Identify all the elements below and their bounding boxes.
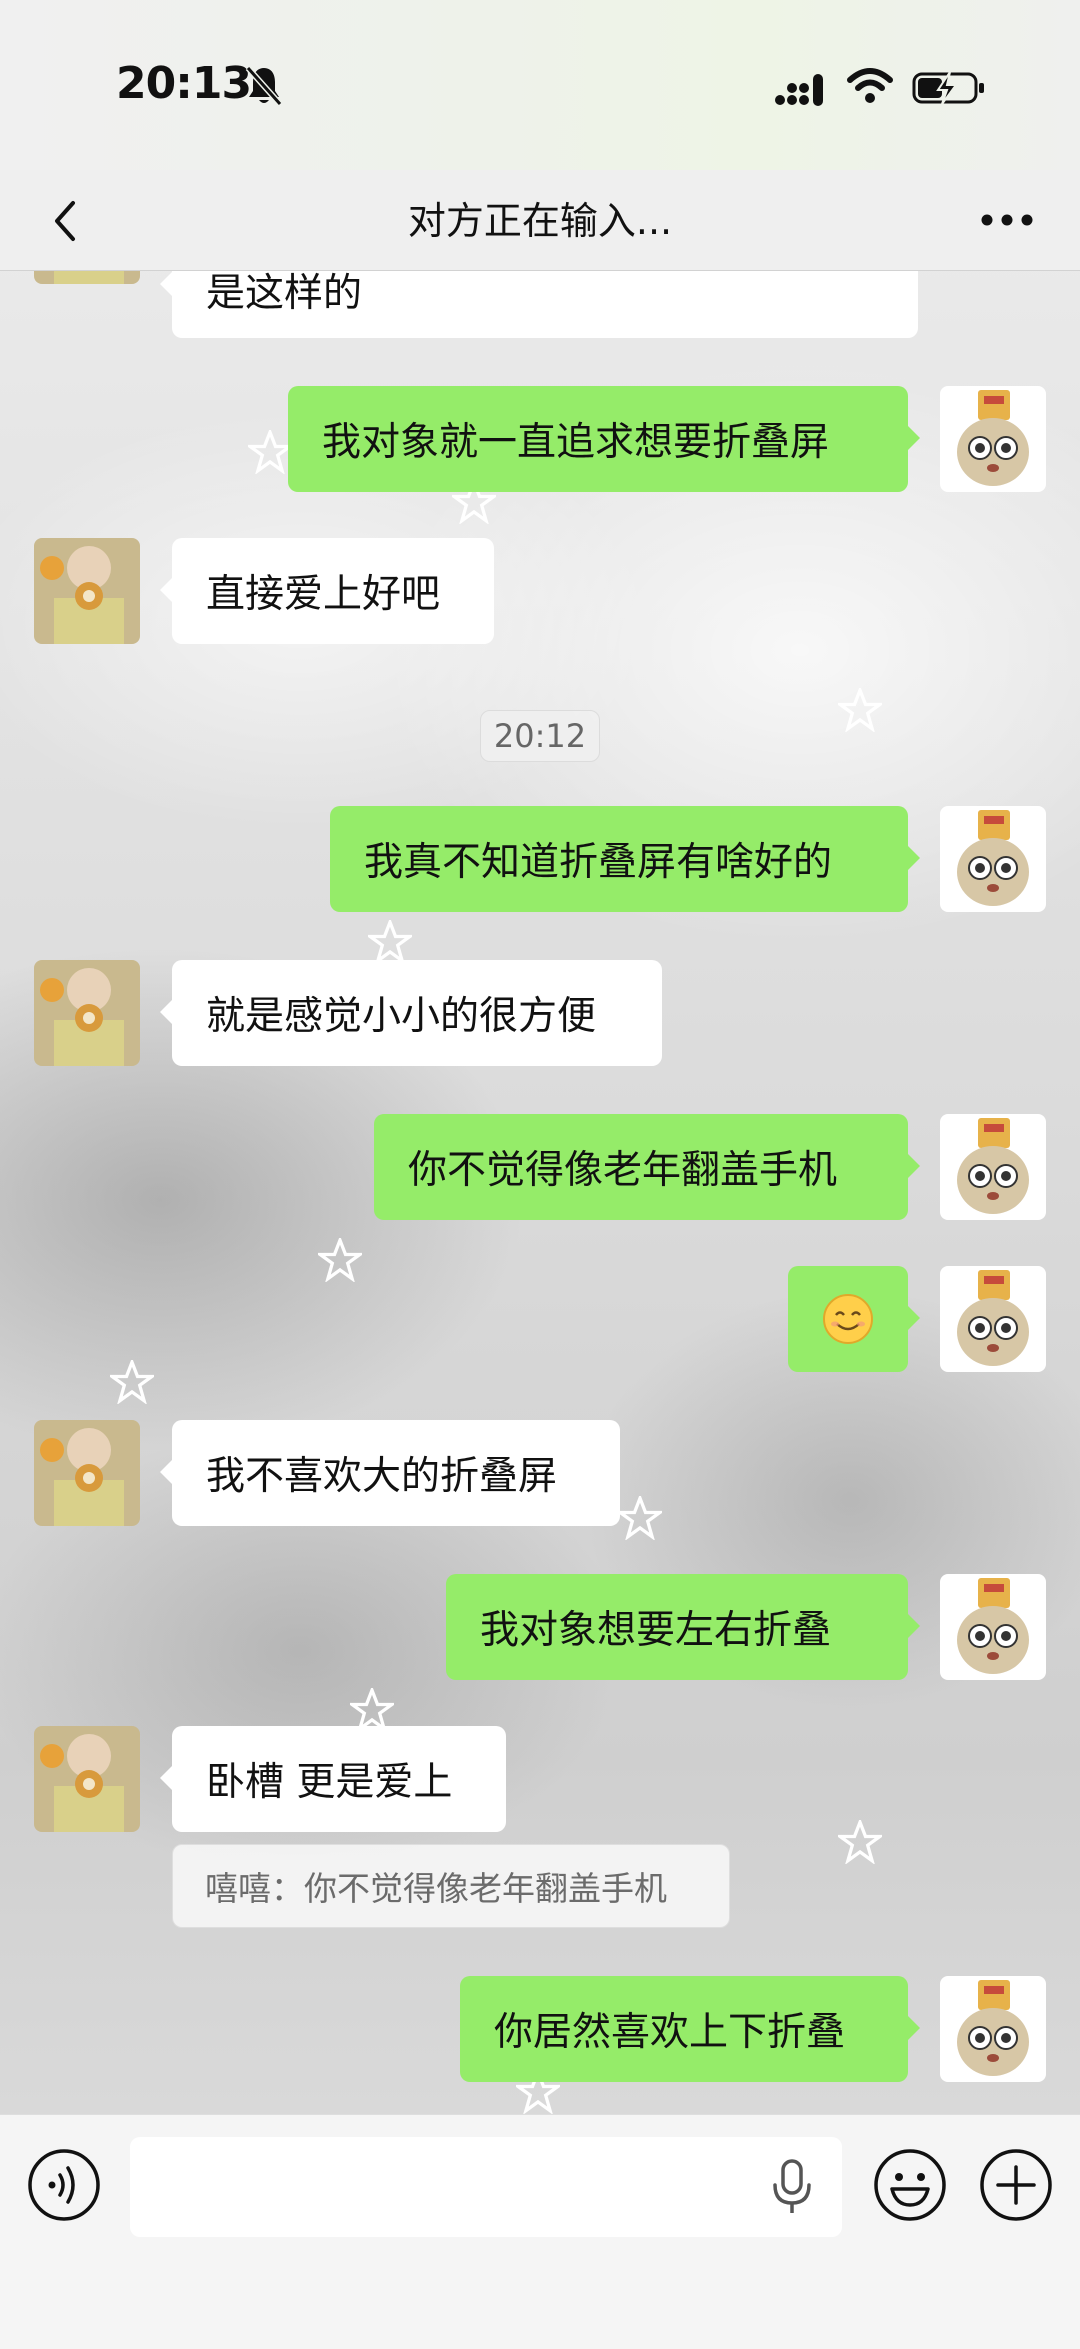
- message-text: 直接爱上好吧: [206, 572, 441, 617]
- quote-text: 嘻嘻：你不觉得像老年翻盖手机: [205, 1869, 667, 1908]
- battery-charging-icon: [912, 71, 984, 105]
- quoted-message[interactable]: 嘻嘻：你不觉得像老年翻盖手机: [172, 1844, 730, 1928]
- voice-icon: [28, 2149, 100, 2221]
- message-text: 你不觉得像老年翻盖手机: [408, 1148, 838, 1193]
- voice-button[interactable]: [26, 2147, 102, 2223]
- message-timestamp: 20:12: [480, 710, 600, 762]
- incoming-message-bubble[interactable]: 就是感觉小小的很方便: [160, 960, 662, 1066]
- outgoing-message-bubble[interactable]: [788, 1266, 920, 1372]
- more-icon: [981, 214, 1033, 226]
- message-text: 我不喜欢大的折叠屏: [206, 1454, 558, 1499]
- more-button[interactable]: [970, 192, 1044, 248]
- star-decoration: [835, 1817, 885, 1865]
- star-decoration: [245, 427, 295, 475]
- outgoing-message-bubble[interactable]: 我真不知道折叠屏有啥好的: [330, 806, 920, 912]
- my-avatar[interactable]: [940, 1574, 1046, 1680]
- my-avatar[interactable]: [940, 1266, 1046, 1372]
- star-decoration: [365, 917, 415, 965]
- message-text: 我对象就一直追求想要折叠屏: [322, 420, 830, 465]
- page-title: 对方正在输入...: [407, 199, 673, 243]
- outgoing-message-bubble[interactable]: 我对象就一直追求想要折叠屏: [288, 386, 920, 492]
- star-decoration: [835, 685, 885, 733]
- message-text: 我对象想要左右折叠: [480, 1608, 832, 1653]
- plus-icon: [980, 2149, 1052, 2221]
- contact-avatar[interactable]: [34, 538, 140, 644]
- incoming-message-bubble[interactable]: 直接爱上好吧: [160, 538, 494, 644]
- smile-emoji-icon: [823, 1294, 873, 1344]
- star-decoration: [615, 1493, 665, 1541]
- plus-button[interactable]: [978, 2147, 1054, 2223]
- message-text: 我真不知道折叠屏有啥好的: [364, 840, 833, 885]
- emoji-button[interactable]: [872, 2147, 948, 2223]
- signal-icon: [775, 74, 823, 106]
- mic-icon[interactable]: [766, 2159, 818, 2215]
- outgoing-message-bubble[interactable]: 我对象想要左右折叠: [446, 1574, 920, 1680]
- incoming-message-bubble[interactable]: 卧槽 更是爱上: [160, 1726, 506, 1832]
- nav-bar: 对方正在输入...: [0, 170, 1080, 271]
- my-avatar[interactable]: [940, 386, 1046, 492]
- status-bar: 20:13: [0, 0, 1080, 170]
- star-decoration: [107, 1357, 157, 1405]
- contact-avatar[interactable]: [34, 1420, 140, 1526]
- emoji-icon: [874, 2149, 946, 2221]
- outgoing-message-bubble[interactable]: 你居然喜欢上下折叠: [460, 1976, 920, 2082]
- message-input[interactable]: [130, 2137, 842, 2237]
- bell-mute-icon: [245, 66, 283, 106]
- message-text: 卧槽 更是爱上: [206, 1760, 453, 1805]
- my-avatar[interactable]: [940, 806, 1046, 912]
- input-bar: [0, 2114, 1080, 2349]
- message-text: 你居然喜欢上下折叠: [494, 2010, 846, 2055]
- my-avatar[interactable]: [940, 1976, 1046, 2082]
- my-avatar[interactable]: [940, 1114, 1046, 1220]
- contact-avatar[interactable]: [34, 1726, 140, 1832]
- outgoing-message-bubble[interactable]: 你不觉得像老年翻盖手机: [374, 1114, 920, 1220]
- message-text: 就是感觉小小的很方便: [206, 994, 597, 1039]
- status-time: 20:13: [116, 58, 252, 109]
- contact-avatar[interactable]: [34, 960, 140, 1066]
- wifi-icon: [847, 68, 893, 103]
- star-decoration: [315, 1235, 365, 1283]
- incoming-message-bubble[interactable]: 我不喜欢大的折叠屏: [160, 1420, 620, 1526]
